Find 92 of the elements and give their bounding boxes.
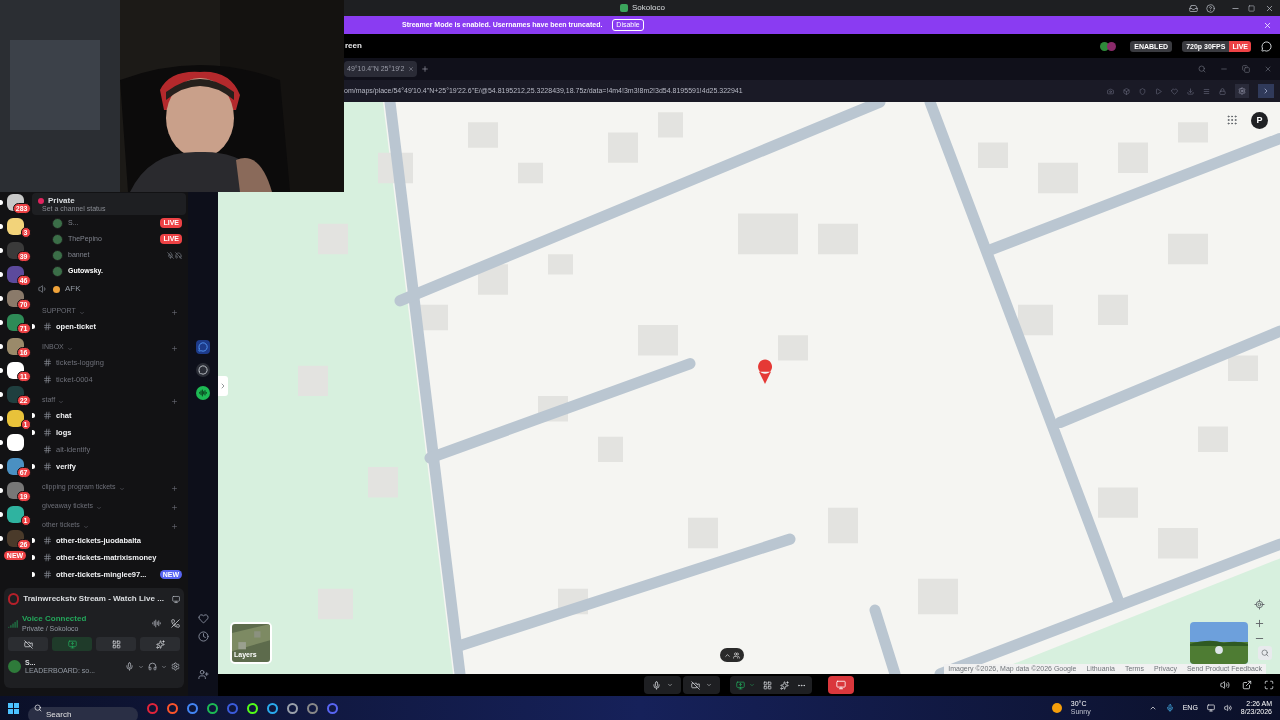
- activity-title[interactable]: Trainwreckstv Stream - Watch Live ...: [23, 593, 164, 605]
- monitor-icon[interactable]: [171, 594, 180, 604]
- noise-icon[interactable]: [152, 619, 161, 628]
- volume-icon[interactable]: [1220, 680, 1230, 690]
- sparkle-icon: [155, 639, 165, 649]
- whatsapp-icon[interactable]: [196, 363, 210, 377]
- server-icon[interactable]: [6, 506, 24, 523]
- chat-icon[interactable]: [1261, 40, 1272, 52]
- hash-icon: [43, 411, 52, 420]
- app-icon[interactable]: [267, 702, 278, 714]
- hash-icon: [43, 553, 52, 562]
- window-title: Sokoloco: [632, 2, 665, 14]
- app-icon[interactable]: [167, 702, 178, 714]
- mic-icon: [652, 680, 661, 690]
- activities-icon[interactable]: [763, 680, 772, 690]
- hash-icon: [43, 358, 52, 367]
- camera-off-icon: [23, 639, 33, 649]
- spotify-icon[interactable]: [196, 386, 210, 400]
- chevron-icon: [82, 524, 89, 530]
- hash-icon: [43, 445, 52, 454]
- close-icon[interactable]: [1263, 20, 1272, 30]
- camera-button[interactable]: [683, 676, 720, 694]
- chevron-icon: [667, 682, 673, 688]
- headphones-icon[interactable]: [148, 662, 157, 671]
- server-icon[interactable]: [6, 410, 24, 427]
- fullscreen-icon[interactable]: [1264, 680, 1274, 690]
- app-icon[interactable]: [207, 702, 218, 714]
- app-icon[interactable]: [287, 702, 298, 714]
- channel-name[interactable]: Private: [48, 196, 75, 205]
- network-icon[interactable]: [1206, 704, 1215, 712]
- soundboard-button[interactable]: [140, 637, 180, 651]
- weather-icon: [1051, 703, 1062, 713]
- screen-share-icon: [67, 639, 77, 649]
- end-stream-button[interactable]: [828, 676, 854, 694]
- search-icon[interactable]: [1198, 65, 1206, 73]
- hash-icon: [43, 375, 52, 384]
- start-icon[interactable]: [8, 702, 19, 714]
- speaker-icon: [38, 284, 48, 294]
- mic-icon[interactable]: [1165, 704, 1174, 712]
- avatar: [52, 217, 63, 229]
- messenger-icon[interactable]: [196, 340, 210, 354]
- avatar: [52, 249, 63, 261]
- maximize-icon[interactable]: [1248, 4, 1255, 12]
- avatar[interactable]: [8, 660, 21, 673]
- inbox-icon[interactable]: [1189, 3, 1198, 13]
- avatar: [52, 233, 63, 245]
- close-icon[interactable]: [1265, 3, 1274, 13]
- channel-name[interactable]: AFK: [65, 283, 81, 295]
- chevron-icon: [706, 682, 712, 688]
- chevron-icon: [78, 310, 85, 316]
- clock-icon[interactable]: [197, 631, 209, 642]
- chevron-icon: [118, 486, 125, 492]
- chevron-icon: [66, 346, 73, 352]
- tray-icon[interactable]: [1148, 704, 1157, 712]
- chevron-icon: [58, 399, 65, 405]
- emoji-icon: [53, 285, 60, 293]
- disconnect-icon[interactable]: [171, 619, 180, 628]
- effects-icon[interactable]: [780, 680, 789, 690]
- extension-icon[interactable]: [1235, 84, 1249, 98]
- avatar: [52, 265, 63, 277]
- server-icon[interactable]: [6, 434, 24, 451]
- search-field[interactable]: Search: [28, 706, 138, 720]
- close-icon[interactable]: [408, 66, 415, 72]
- app-icon: [620, 4, 628, 12]
- stream-title: reen: [345, 40, 362, 52]
- camera-off-button[interactable]: [8, 637, 48, 651]
- hash-icon: [43, 570, 52, 579]
- hash-icon: [43, 462, 52, 471]
- new-tab-icon[interactable]: [421, 65, 430, 73]
- volume-icon[interactable]: [1223, 704, 1232, 712]
- chevron-icon: [95, 505, 102, 511]
- add-friend-icon[interactable]: [197, 669, 209, 680]
- server-icon[interactable]: [6, 218, 24, 235]
- signal-icon: [8, 618, 18, 629]
- camera-off-icon: [691, 680, 700, 690]
- search-icon: [34, 704, 42, 712]
- mic-icon[interactable]: [125, 662, 134, 671]
- settings-icon[interactable]: [171, 662, 180, 671]
- hash-icon: [43, 536, 52, 545]
- grid-icon: [111, 639, 121, 649]
- screen-share-button[interactable]: [52, 637, 92, 651]
- chevron-icon: [749, 682, 755, 688]
- activities-button[interactable]: [96, 637, 136, 651]
- screen-share-icon: [736, 680, 745, 690]
- popout-icon[interactable]: [1242, 680, 1252, 690]
- hash-icon: [43, 322, 52, 331]
- screen-share-button[interactable]: [736, 680, 755, 690]
- hash-icon: [43, 428, 52, 437]
- mic-button[interactable]: [644, 676, 681, 694]
- stream-icon: [8, 593, 20, 605]
- help-icon[interactable]: [1206, 3, 1215, 13]
- voice-status[interactable]: Voice Connected: [22, 614, 87, 624]
